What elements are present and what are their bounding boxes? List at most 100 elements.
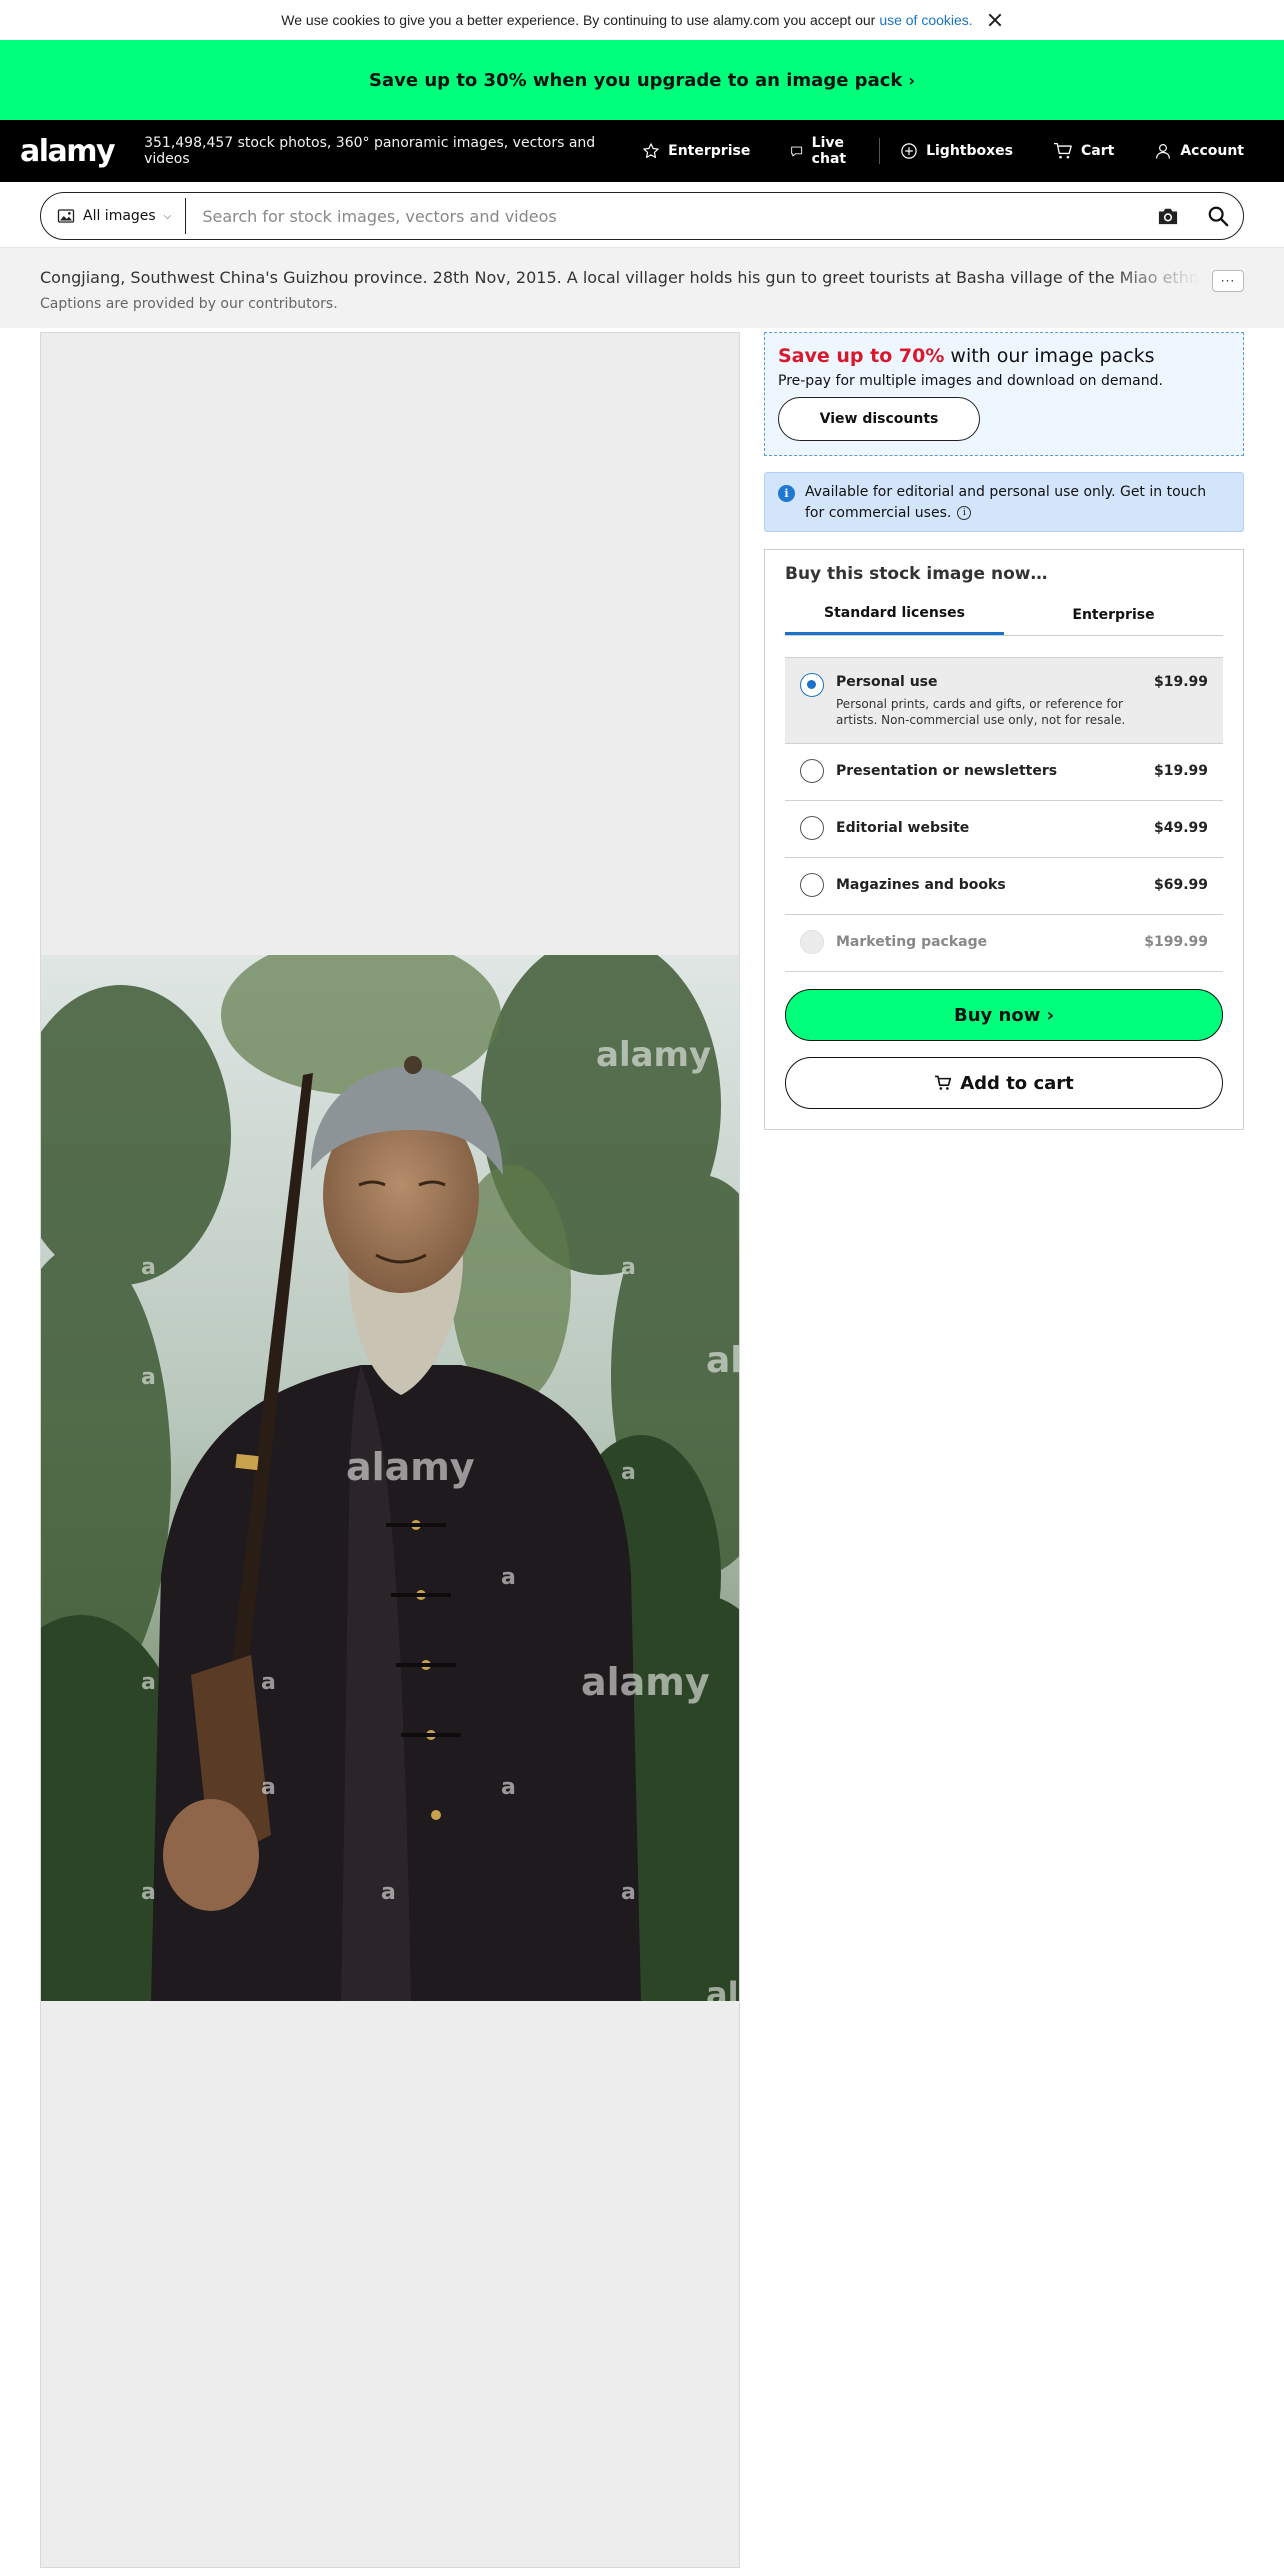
promo-text[interactable]: Save up to 30% when you upgrade to an im… — [369, 70, 902, 91]
watermark-mark: a — [381, 1880, 396, 1905]
watermark-mark: a — [621, 1460, 636, 1485]
search-icon — [1208, 206, 1229, 227]
license-price: $69.99 — [1153, 877, 1208, 893]
chat-icon — [791, 146, 803, 157]
cart-icon — [1053, 142, 1072, 159]
camera-search-button[interactable] — [1143, 193, 1193, 239]
license-name: Personal use — [836, 674, 938, 690]
caption-note: Captions are provided by our contributor… — [40, 296, 338, 312]
stock-photo[interactable]: alamy alamy alamy alamy alamy a a a a a … — [41, 955, 739, 2001]
license-name: Magazines and books — [836, 877, 1006, 893]
image-viewer: alamy alamy alamy alamy alamy a a a a a … — [40, 332, 740, 2568]
license-option-editorial-website[interactable]: Editorial website $49.99 — [785, 801, 1223, 858]
nav-enterprise-label: Enterprise — [668, 143, 751, 159]
caption-band — [0, 248, 1284, 328]
nav-cart-label: Cart — [1080, 143, 1115, 159]
watermark-logo: alamy — [346, 1445, 475, 1489]
license-price: $19.99 — [1153, 674, 1208, 690]
watermark-mark: a — [501, 1565, 516, 1590]
category-label: All images — [83, 208, 156, 224]
buy-title: Buy this stock image now… — [785, 564, 1048, 584]
watermark-logo: alamy — [581, 1660, 710, 1704]
cookie-text: We use cookies to give you a better expe… — [281, 12, 876, 28]
buy-now-button[interactable]: Buy now › — [785, 989, 1223, 1041]
nav-lightboxes[interactable]: Lightboxes — [880, 120, 1033, 182]
watermark-mark: a — [141, 1880, 156, 1905]
header-tagline: 351,498,457 stock photos, 360° panoramic… — [144, 135, 596, 167]
cookie-banner: We use cookies to give you a better expe… — [0, 0, 1284, 40]
search-button[interactable] — [1193, 193, 1243, 239]
info-circle-icon[interactable]: i — [957, 506, 972, 520]
license-price: $19.99 — [1153, 763, 1208, 779]
close-icon[interactable] — [987, 12, 1003, 28]
license-tabs: Standard licenses Enterprise — [785, 594, 1223, 636]
license-option-magazines-books[interactable]: Magazines and books $69.99 — [785, 858, 1223, 915]
search-input[interactable] — [186, 193, 1143, 239]
license-name: Presentation or newsletters — [836, 763, 1058, 779]
radio[interactable] — [800, 873, 824, 897]
nav-account[interactable]: Account — [1134, 120, 1264, 182]
add-to-cart-label: Add to cart — [960, 1072, 1074, 1094]
camera-icon — [1158, 208, 1178, 225]
discount-title: Save up to 70% with our image packs — [778, 345, 1230, 367]
search-bar-area: All images ⌵ — [0, 182, 1284, 248]
radio-selected[interactable] — [800, 673, 824, 697]
watermark-mark: a — [141, 1670, 156, 1695]
cookie-policy-link[interactable]: use of cookies. — [879, 12, 972, 28]
nav-live-chat[interactable]: Live chat — [770, 120, 879, 182]
license-option-personal-use[interactable]: Personal use $19.99 Personal prints, car… — [785, 657, 1223, 744]
watermark-mark: a — [261, 1775, 276, 1800]
radio-disabled — [800, 930, 824, 954]
promo-banner[interactable]: Save up to 30% when you upgrade to an im… — [0, 40, 1284, 120]
nav-enterprise[interactable]: Enterprise — [622, 120, 770, 182]
image-icon — [57, 209, 75, 223]
star-icon — [643, 143, 659, 158]
radio[interactable] — [800, 759, 824, 783]
buy-panel: Buy this stock image now… Standard licen… — [764, 549, 1244, 1130]
license-price: $199.99 — [1144, 934, 1208, 950]
license-description: Personal prints, cards and gifts, or ref… — [836, 697, 1126, 727]
image-caption: Congjiang, Southwest China's Guizhou pro… — [40, 268, 1200, 287]
watermark-logo: alamy — [706, 1975, 739, 2001]
license-info-notice: i Available for editorial and personal u… — [764, 472, 1244, 532]
watermark-mark: a — [261, 1670, 276, 1695]
radio[interactable] — [800, 816, 824, 840]
discount-highlight: Save up to 70% — [778, 345, 945, 367]
tab-standard-licenses[interactable]: Standard licenses — [785, 594, 1004, 635]
watermark-mark: a — [621, 1880, 636, 1905]
watermark-mark: a — [621, 1255, 636, 1280]
license-option-presentation[interactable]: Presentation or newsletters $19.99 — [785, 744, 1223, 801]
watermark-logo: alamy — [596, 1035, 712, 1075]
category-select[interactable]: All images ⌵ — [41, 198, 187, 234]
nav-cart[interactable]: Cart — [1033, 120, 1134, 182]
user-icon — [1156, 144, 1171, 159]
watermark-logo: alamy — [706, 1340, 739, 1381]
alamy-logo[interactable]: alamy — [20, 134, 116, 169]
nav-account-label: Account — [1180, 143, 1244, 159]
license-option-marketing-package: Marketing package $199.99 — [785, 915, 1223, 972]
image-pack-promo: Save up to 70% with our image packs Pre-… — [764, 332, 1244, 456]
site-header: alamy 351,498,457 stock photos, 360° pan… — [0, 120, 1284, 182]
license-options: Personal use $19.99 Personal prints, car… — [785, 657, 1223, 972]
nav-lightboxes-label: Lightboxes — [926, 143, 1013, 159]
license-name: Editorial website — [836, 820, 970, 836]
watermark-mark: a — [141, 1255, 156, 1280]
caption-fade — [1110, 266, 1200, 290]
info-icon: i — [778, 485, 795, 502]
header-nav: Enterprise Live chat Lightboxes Cart Acc… — [622, 120, 1264, 182]
discount-title-rest: with our image packs — [944, 345, 1155, 367]
license-price: $49.99 — [1153, 820, 1208, 836]
view-discounts-button[interactable]: View discounts — [778, 397, 980, 441]
plus-circle-icon — [901, 143, 917, 159]
caption-more-button[interactable]: ··· — [1212, 270, 1244, 292]
add-to-cart-button[interactable]: Add to cart — [785, 1057, 1223, 1109]
chevron-right-icon: › — [908, 70, 915, 90]
license-name: Marketing package — [836, 934, 988, 950]
cart-icon — [935, 1075, 952, 1090]
discount-subtitle: Pre-pay for multiple images and download… — [778, 373, 1163, 389]
watermark-mark: a — [141, 1365, 156, 1390]
watermark-mark: a — [501, 1775, 516, 1800]
tab-enterprise[interactable]: Enterprise — [1004, 594, 1223, 635]
search-box: All images ⌵ — [40, 192, 1244, 240]
chevron-down-icon: ⌵ — [163, 210, 172, 222]
